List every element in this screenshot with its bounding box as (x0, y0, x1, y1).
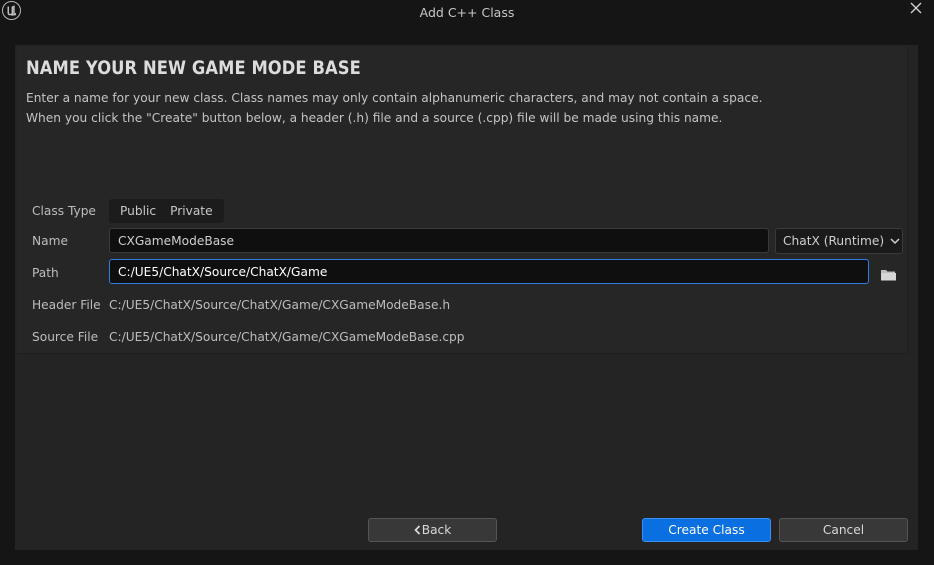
create-class-button[interactable]: Create Class (642, 518, 771, 542)
back-button[interactable]: Back (368, 518, 497, 542)
module-dropdown[interactable]: ChatX (Runtime) (775, 228, 903, 254)
back-button-label: Back (421, 523, 452, 537)
source-file-label: Source File (32, 330, 99, 344)
cancel-button[interactable]: Cancel (779, 518, 908, 542)
class-type-public[interactable]: Public (113, 204, 163, 218)
header-file-value: C:/UE5/ChatX/Source/ChatX/Game/CXGameMod… (109, 298, 451, 312)
page-title: NAME YOUR NEW GAME MODE BASE (26, 57, 361, 79)
header-file-label: Header File (32, 298, 101, 312)
chevron-left-icon (414, 525, 420, 535)
class-name-input[interactable]: CXGameModeBase (109, 228, 769, 253)
class-settings-panel: NAME YOUR NEW GAME MODE BASE Enter a nam… (17, 47, 908, 354)
module-dropdown-value: ChatX (Runtime) (783, 234, 885, 248)
close-button[interactable] (908, 0, 924, 16)
chevron-down-icon (890, 237, 900, 244)
path-label: Path (32, 266, 59, 280)
path-input[interactable]: C:/UE5/ChatX/Source/ChatX/Game (109, 259, 869, 284)
close-icon (910, 2, 922, 14)
title-bar: Add C++ Class (0, 0, 934, 26)
description-line-1: Enter a name for your new class. Class n… (26, 91, 763, 105)
class-type-private[interactable]: Private (163, 204, 220, 218)
class-type-selector: Public Private (109, 199, 224, 223)
name-label: Name (32, 234, 68, 248)
description-line-2: When you click the "Create" button below… (26, 111, 723, 125)
source-file-value: C:/UE5/ChatX/Source/ChatX/Game/CXGameMod… (109, 330, 465, 344)
dialog-body: NAME YOUR NEW GAME MODE BASE Enter a nam… (15, 45, 918, 550)
folder-icon (881, 270, 896, 281)
class-type-label: Class Type (32, 204, 96, 218)
window-title: Add C++ Class (419, 5, 515, 20)
browse-folder-button[interactable] (880, 267, 897, 281)
